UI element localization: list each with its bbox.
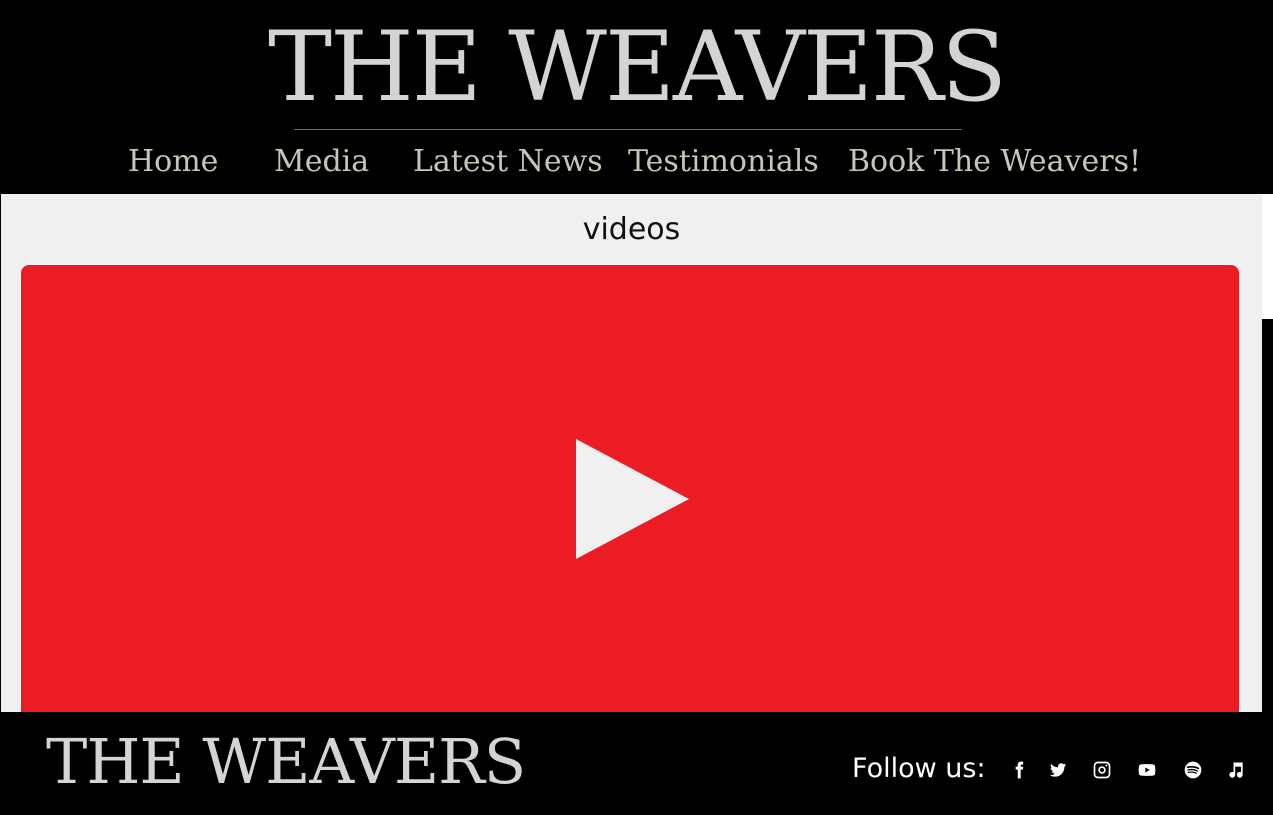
section-title: videos	[582, 212, 681, 247]
youtube-icon[interactable]	[1136, 760, 1158, 782]
main-nav: Home Media Latest News Testimonials Book…	[0, 142, 1273, 186]
nav-item-testimonials[interactable]: Testimonials	[628, 142, 819, 182]
facebook-icon[interactable]	[1008, 760, 1030, 782]
videos-section: videos	[1, 194, 1262, 725]
logo-divider	[294, 129, 962, 130]
site-logo[interactable]: THE WEAVERS	[0, 12, 1273, 122]
nav-item-media[interactable]: Media	[274, 142, 369, 182]
twitter-icon[interactable]	[1047, 760, 1069, 782]
footer-logo[interactable]: THE WEAVERS	[46, 726, 526, 798]
follow-label: Follow us:	[852, 753, 986, 784]
nav-item-home[interactable]: Home	[128, 142, 218, 182]
play-icon[interactable]	[576, 439, 689, 559]
nav-item-latest-news[interactable]: Latest News	[413, 142, 603, 182]
youtube-video-player[interactable]	[21, 265, 1239, 725]
scrollbar[interactable]	[1262, 194, 1273, 319]
instagram-icon[interactable]	[1091, 760, 1113, 782]
music-note-icon[interactable]	[1225, 760, 1247, 782]
site-header: THE WEAVERS Home Media Latest News Testi…	[0, 0, 1273, 194]
spotify-icon[interactable]	[1182, 760, 1204, 782]
site-footer: THE WEAVERS Follow us:	[0, 712, 1273, 815]
nav-item-book[interactable]: Book The Weavers!	[848, 142, 1141, 182]
